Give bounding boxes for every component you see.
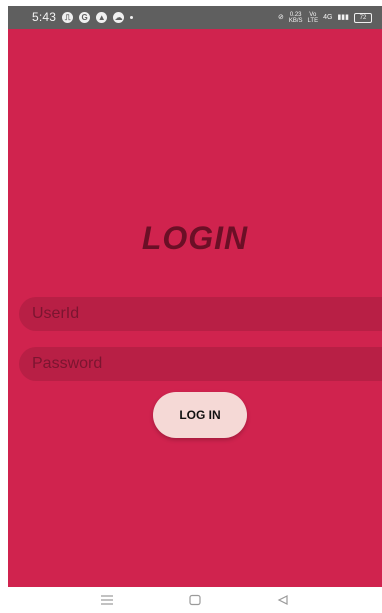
battery-icon: 72 xyxy=(354,12,372,23)
signal-icon: ▮▮▮ xyxy=(337,14,349,21)
silent-icon: ⊘ xyxy=(277,14,284,21)
battery-level: 72 xyxy=(359,14,367,21)
home-button[interactable] xyxy=(186,591,204,609)
menu-icon xyxy=(101,595,113,605)
volte-indicator: Vo LTE xyxy=(308,12,319,24)
page-title: LOGIN xyxy=(141,220,249,256)
phone-frame: 5:43 ⎍ G ▲ ☁ ⊘ 0.23 KB/S Vo LTE 4G ▮▮▮ 7… xyxy=(8,6,382,613)
google-icon: G xyxy=(79,12,91,23)
userid-field[interactable] xyxy=(19,296,382,332)
navigation-bar xyxy=(8,587,382,613)
cloud-icon: ☁ xyxy=(113,12,125,23)
login-screen: LOGIN LOG IN xyxy=(8,29,382,587)
maps-icon: ▲ xyxy=(96,12,108,23)
status-time: 5:43 xyxy=(32,10,57,24)
home-icon xyxy=(189,594,201,606)
userid-input[interactable] xyxy=(30,296,382,332)
network-type: 4G xyxy=(323,14,333,21)
password-field[interactable] xyxy=(19,346,382,382)
back-button[interactable] xyxy=(274,591,292,609)
menu-button[interactable] xyxy=(98,591,116,609)
status-bar: 5:43 ⎍ G ▲ ☁ ⊘ 0.23 KB/S Vo LTE 4G ▮▮▮ 7… xyxy=(8,6,382,29)
network-speed: 0.23 KB/S xyxy=(289,12,303,24)
password-input[interactable] xyxy=(30,346,382,382)
dot-icon xyxy=(130,16,134,19)
usb-icon: ⎍ xyxy=(62,12,74,23)
login-button[interactable]: LOG IN xyxy=(153,392,247,438)
status-bar-left: 5:43 ⎍ G ▲ ☁ xyxy=(32,6,134,29)
network-speed-unit: KB/S xyxy=(288,17,303,24)
status-bar-right: ⊘ 0.23 KB/S Vo LTE 4G ▮▮▮ 72 xyxy=(278,6,372,29)
back-icon xyxy=(277,595,288,605)
lte-label: LTE xyxy=(307,17,319,24)
